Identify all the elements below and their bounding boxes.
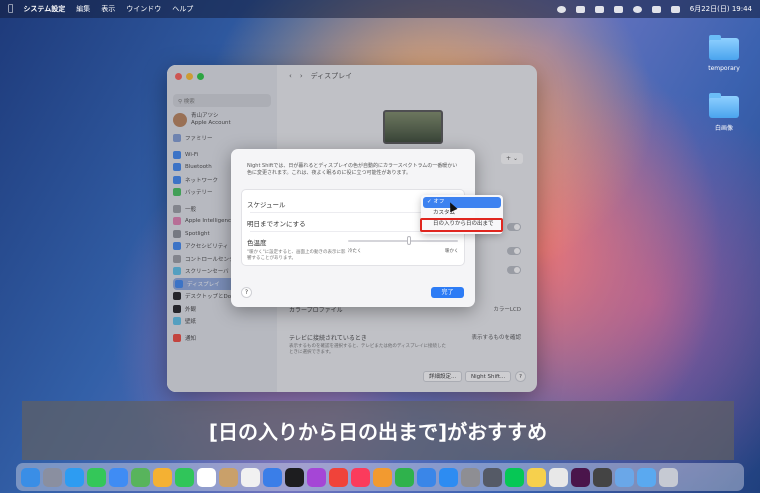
video-caption: [日の入りから日の出まで]がおすすめ [22, 401, 734, 460]
search-icon[interactable] [651, 5, 661, 13]
highlight-box [420, 218, 503, 232]
music-app-icon[interactable] [351, 467, 370, 487]
schedule-option-off[interactable]: ✓ オフ [423, 197, 501, 208]
record-icon[interactable] [556, 5, 566, 13]
maps-app-icon[interactable] [131, 467, 150, 487]
folder-icon [709, 93, 739, 118]
safari-app-icon[interactable] [65, 467, 84, 487]
done-button[interactable]: 完了 [431, 287, 464, 298]
folder-icon [709, 35, 739, 60]
numbers-app-icon[interactable] [395, 467, 414, 487]
temperature-slider-track[interactable] [348, 240, 458, 242]
chrome-app-icon[interactable] [549, 467, 568, 487]
news-app-icon[interactable] [329, 467, 348, 487]
reminders-app-icon[interactable] [241, 467, 260, 487]
menu-view[interactable]: 表示 [101, 4, 115, 14]
menu-bar:  システム設定 編集 表示 ウインドウ ヘルプ 6月22日(日) 19:44 [0, 0, 760, 18]
schedule-label: スケジュール [247, 201, 286, 209]
volume-icon[interactable] [575, 5, 585, 13]
desktop-icon-label: 白画像 [714, 125, 733, 132]
line-app-icon[interactable] [505, 467, 524, 487]
slider-more-label: 暖かく [445, 249, 459, 254]
temperature-description: "暖かく"に設定すると、画面上の動きの表示に影響することがあります。 [247, 250, 346, 261]
menu-bar-status: 6月22日(日) 19:44 [556, 4, 752, 14]
finder-app-icon[interactable] [21, 467, 40, 487]
control-center-icon[interactable] [670, 5, 680, 13]
temperature-label: 色温度 [247, 239, 267, 247]
battery-icon[interactable] [613, 5, 623, 13]
settings-app-icon[interactable] [461, 467, 480, 487]
tv-app-icon[interactable] [285, 467, 304, 487]
desktop-folder-temporary[interactable]: temporary [699, 35, 749, 72]
calendar-app-icon[interactable] [197, 467, 216, 487]
night-shift-description: Night Shiftでは、日が暮れるとディスプレイの色が自動的にカラースペクト… [247, 163, 458, 176]
slider-less-label: 冷たく [348, 249, 362, 254]
photos-app-icon[interactable] [153, 467, 172, 487]
contacts-app-icon[interactable] [219, 467, 238, 487]
menu-help[interactable]: ヘルプ [172, 4, 193, 14]
menu-edit[interactable]: 編集 [76, 4, 90, 14]
keynote-app-icon[interactable] [417, 467, 436, 487]
sheet-help-button[interactable]: ? [241, 287, 252, 298]
iphone-mirroring-app-icon[interactable] [483, 467, 502, 487]
desktop-folder-white-image[interactable]: 白画像 [699, 93, 749, 132]
apple-menu-icon[interactable]:  [8, 4, 13, 14]
menu-window[interactable]: ウインドウ [126, 4, 161, 14]
input-source-icon[interactable] [594, 5, 604, 13]
pages-app-icon[interactable] [373, 467, 392, 487]
freeform-app-icon[interactable] [263, 467, 282, 487]
menu-clock[interactable]: 6月22日(日) 19:44 [690, 4, 752, 14]
desktop-icon-label: temporary [708, 65, 740, 72]
downloads-stack-icon[interactable] [637, 467, 656, 487]
mail-app-icon[interactable] [109, 467, 128, 487]
tomorrow-label: 明日までオンにする [247, 220, 306, 228]
facetime-app-icon[interactable] [175, 467, 194, 487]
launchpad-app-icon[interactable] [43, 467, 62, 487]
slack-app-icon[interactable] [571, 467, 590, 487]
dock [16, 463, 744, 491]
calculator-app-icon[interactable] [593, 467, 612, 487]
temperature-slider-knob[interactable] [407, 236, 411, 245]
menu-app-name[interactable]: システム設定 [23, 4, 65, 14]
trash-icon[interactable] [659, 467, 678, 487]
preview-app-icon[interactable] [615, 467, 634, 487]
messages-app-icon[interactable] [87, 467, 106, 487]
wifi-icon[interactable] [632, 5, 642, 13]
podcasts-app-icon[interactable] [307, 467, 326, 487]
appstore-app-icon[interactable] [439, 467, 458, 487]
notes-app-icon[interactable] [527, 467, 546, 487]
